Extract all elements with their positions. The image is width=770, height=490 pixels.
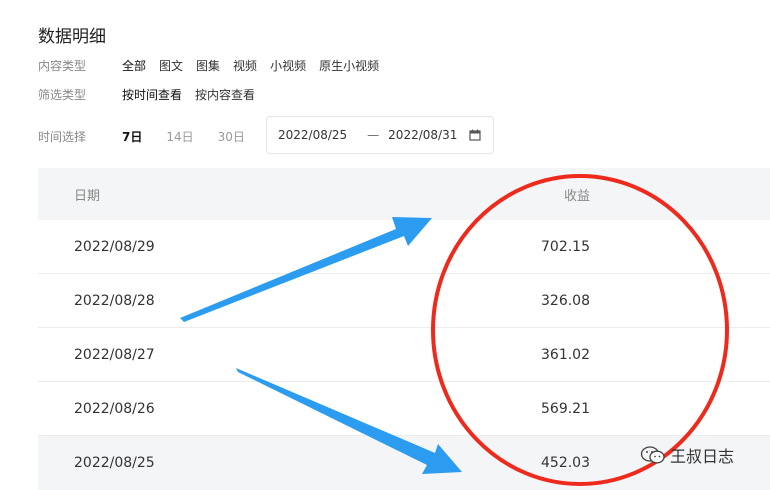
- cell-revenue: 452.03: [541, 455, 590, 471]
- filter-type-option-by-time[interactable]: 按时间查看: [122, 86, 182, 103]
- cell-revenue: 326.08: [541, 292, 590, 309]
- cell-date: 2022/08/27: [74, 346, 155, 363]
- date-range-picker[interactable]: 2022/08/25 — 2022/08/31: [266, 116, 494, 154]
- end-date[interactable]: 2022/08/31: [388, 128, 457, 142]
- wechat-icon: [640, 446, 665, 464]
- content-type-option-short-video[interactable]: 小视频: [270, 57, 306, 74]
- table-row: 2022/08/29 702.15: [38, 220, 770, 274]
- cell-revenue: 569.21: [541, 400, 590, 417]
- table-row: 2022/08/26 569.21: [38, 382, 770, 436]
- cell-date: 2022/08/26: [74, 400, 155, 417]
- content-type-filter: 内容类型 全部 图文 图集 视频 小视频 原生小视频: [38, 57, 392, 74]
- cell-date: 2022/08/29: [74, 238, 155, 255]
- range-tab-7d[interactable]: 7日: [122, 128, 142, 145]
- content-type-option-video[interactable]: 视频: [233, 57, 257, 74]
- cell-date: 2022/08/28: [74, 292, 155, 309]
- date-separator: —: [367, 128, 380, 142]
- content-type-label: 内容类型: [38, 59, 87, 73]
- header-revenue: 收益: [563, 188, 590, 204]
- content-type-option-article[interactable]: 图文: [159, 57, 183, 74]
- watermark-text: 王叔日志: [670, 447, 735, 466]
- content-type-option-all[interactable]: 全部: [122, 57, 146, 74]
- filter-type-label: 筛选类型: [38, 88, 87, 102]
- table-row: 2022/08/27 361.02: [38, 328, 770, 382]
- content-type-option-gallery[interactable]: 图集: [196, 57, 220, 74]
- start-date[interactable]: 2022/08/25: [278, 128, 347, 142]
- calendar-icon[interactable]: [469, 129, 481, 141]
- time-range-selector: 时间选择 7日 14日 30日: [38, 118, 269, 154]
- watermark: 王叔日志: [640, 443, 734, 467]
- time-range-label: 时间选择: [38, 129, 87, 144]
- range-tab-30d[interactable]: 30日: [218, 128, 245, 145]
- filter-type-option-by-content[interactable]: 按内容查看: [195, 86, 255, 103]
- cell-revenue: 361.02: [541, 346, 590, 363]
- content-type-option-native-short-video[interactable]: 原生小视频: [319, 57, 379, 74]
- table-header: 日期 收益: [38, 168, 770, 220]
- cell-date: 2022/08/25: [74, 455, 155, 471]
- table-row: 2022/08/28 326.08: [38, 274, 770, 328]
- header-date: 日期: [74, 188, 101, 204]
- filter-type-filter: 筛选类型 按时间查看 按内容查看: [38, 86, 268, 103]
- cell-revenue: 702.15: [541, 238, 590, 255]
- data-table: 日期 收益 2022/08/29 702.15 2022/08/28 326.0…: [38, 168, 770, 490]
- page-title: 数据明细: [38, 27, 106, 47]
- range-tab-14d[interactable]: 14日: [166, 128, 193, 145]
